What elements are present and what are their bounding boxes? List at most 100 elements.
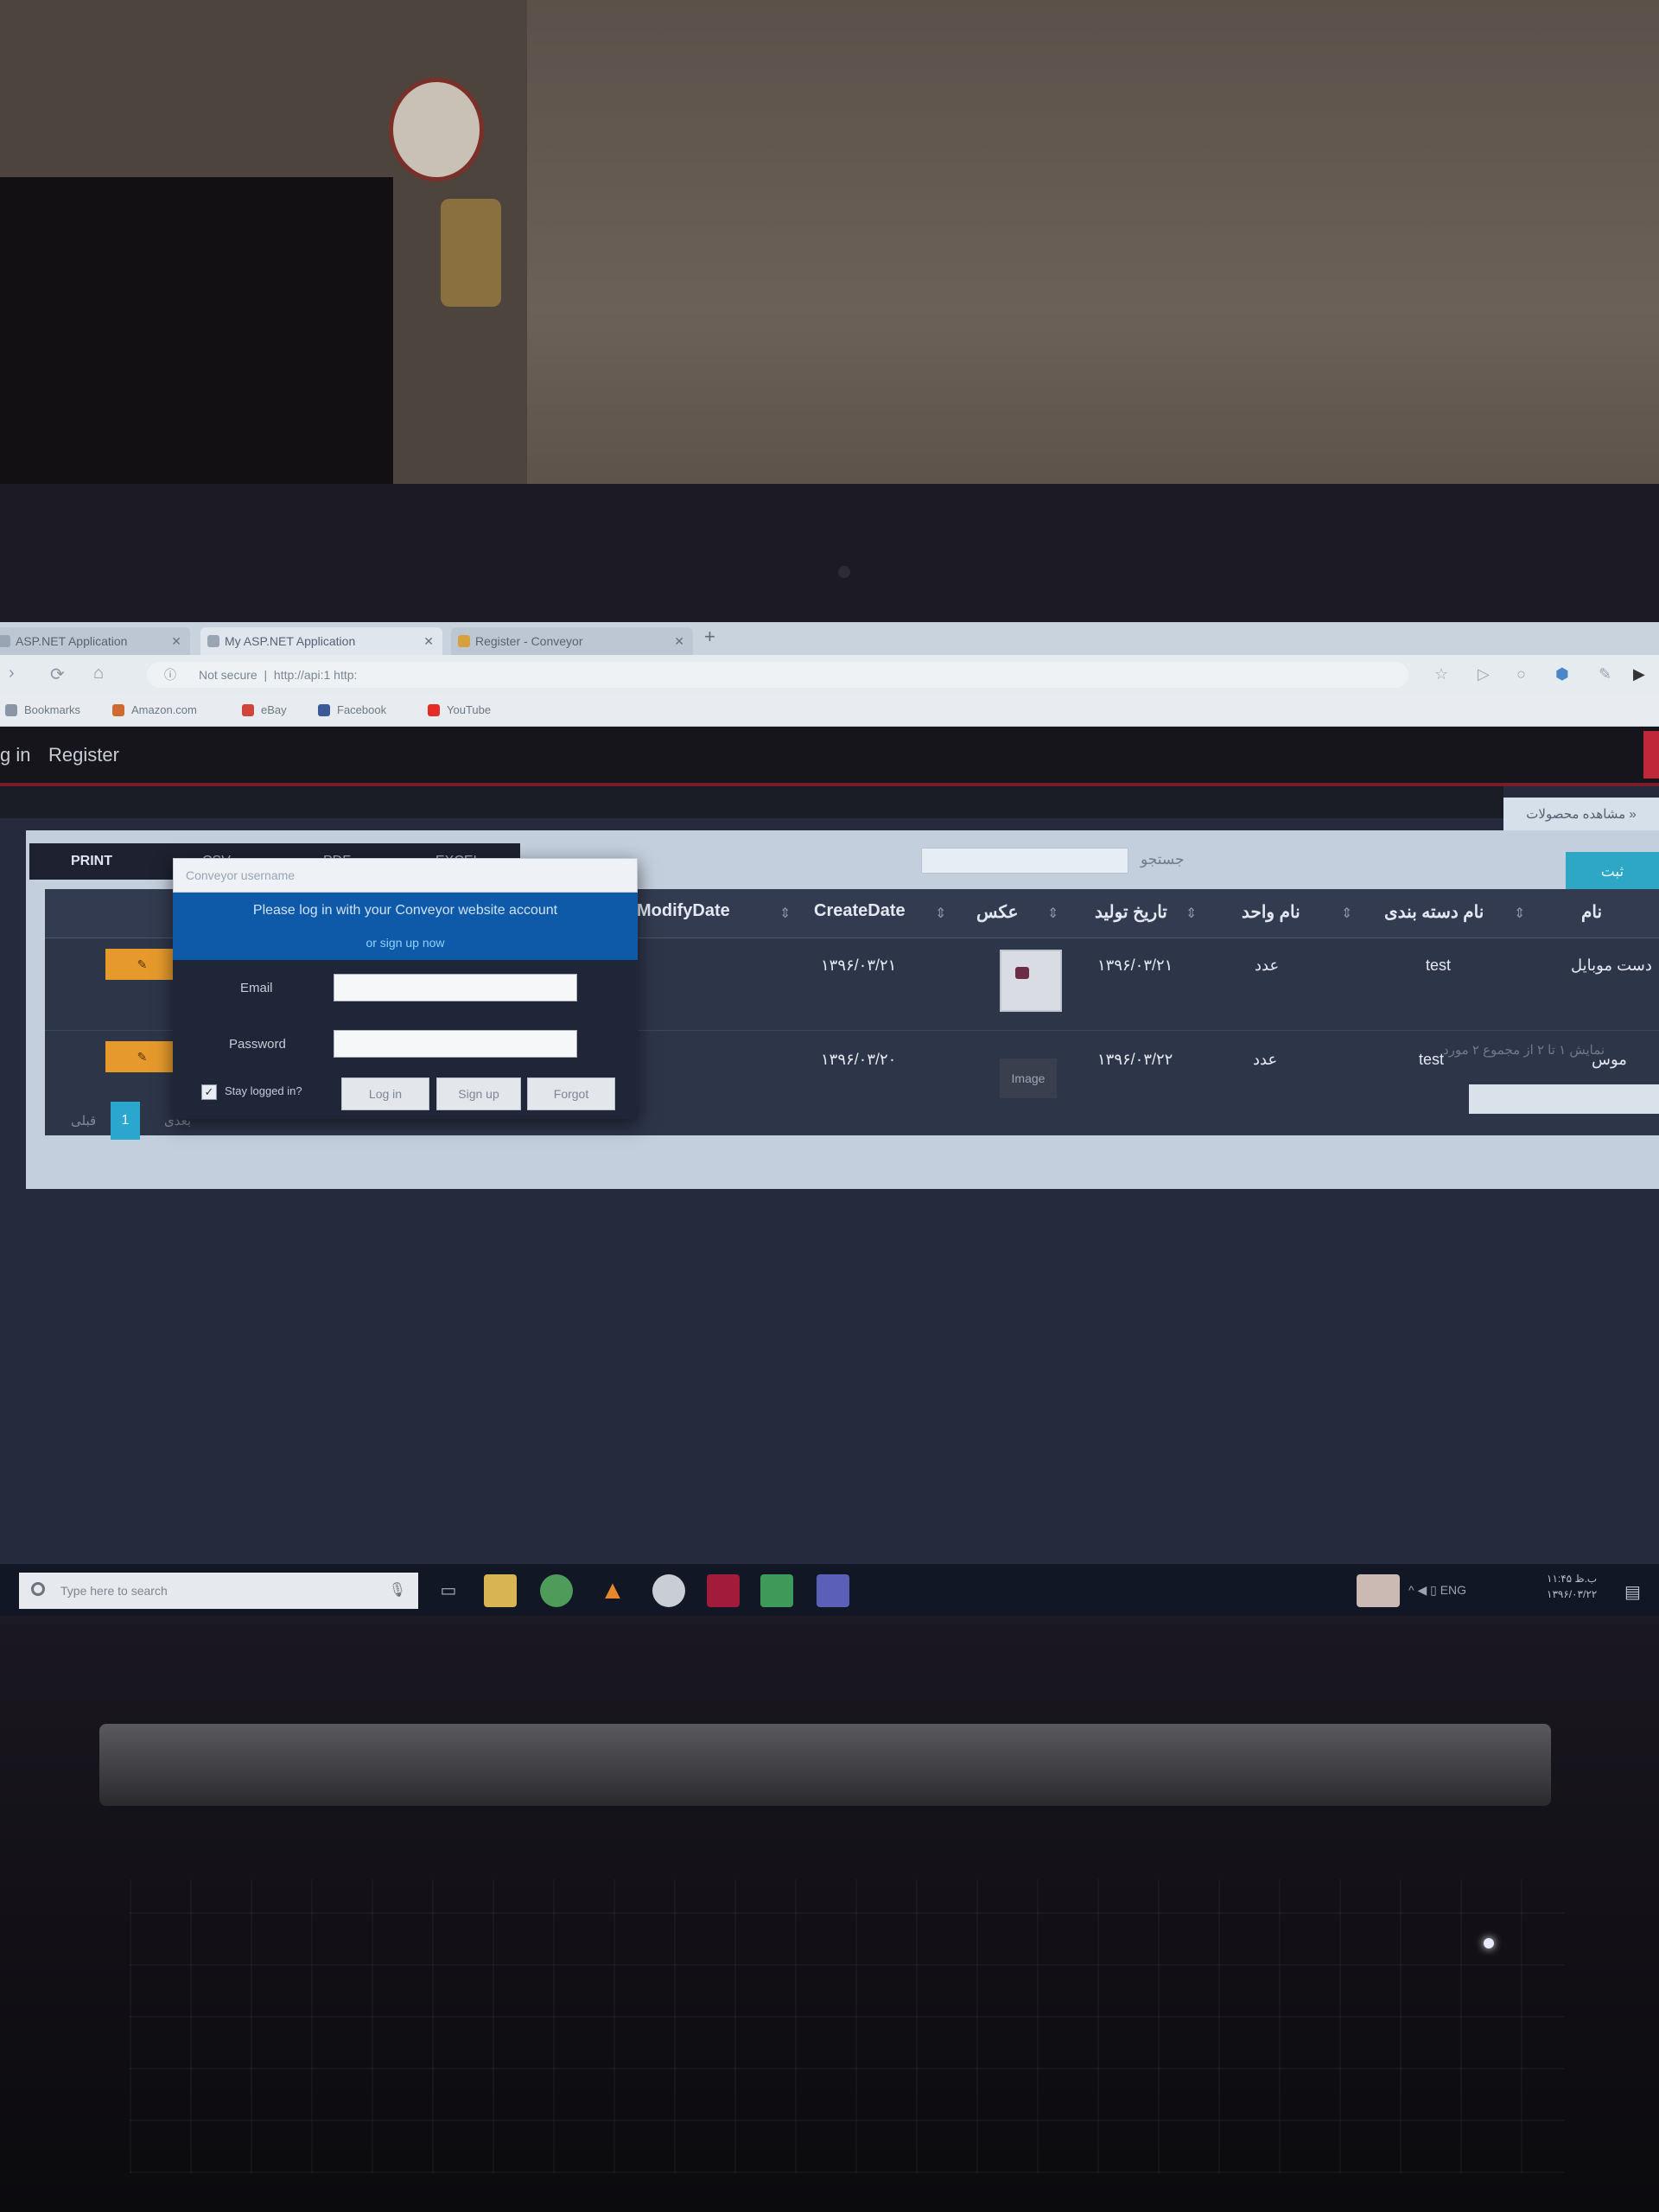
pager-previous[interactable]: قبلی xyxy=(71,1113,96,1128)
amazon-icon xyxy=(112,704,124,716)
edit-icon: ✎ xyxy=(105,949,179,980)
new-tab-icon[interactable]: + xyxy=(704,626,715,648)
column-header-name[interactable]: نام xyxy=(1581,901,1602,923)
column-header-category[interactable]: نام دسته بندی xyxy=(1384,901,1484,923)
column-header-modify-date[interactable]: ModifyDate xyxy=(637,901,730,921)
circle-icon[interactable]: ○ xyxy=(1516,665,1526,683)
app-green-icon[interactable] xyxy=(760,1574,793,1607)
cell-create-date: ۱۳۹۶/۰۳/۲۰ xyxy=(821,1051,897,1068)
cell-production-date: ۱۳۹۶/۰۳/۲۲ xyxy=(1097,1051,1173,1068)
forward-icon[interactable]: › xyxy=(9,664,15,683)
taskbar-search-input[interactable]: Type here to search 🎙 xyxy=(19,1573,418,1609)
search-input[interactable] xyxy=(921,848,1128,874)
bookmark[interactable]: YouTube xyxy=(428,703,491,716)
sort-icon[interactable]: ⇕ xyxy=(1047,905,1058,922)
webcam xyxy=(838,566,850,578)
login-button[interactable]: Log in xyxy=(341,1077,429,1110)
signup-link[interactable]: or sign up now xyxy=(173,936,638,950)
web-page: g in Register مشاهده محصولات » PRINT CSV… xyxy=(0,727,1659,1616)
edit-icon: ✎ xyxy=(105,1041,179,1072)
column-header-photo[interactable]: عکس xyxy=(976,901,1018,923)
sort-icon[interactable]: ⇕ xyxy=(779,905,791,922)
close-icon[interactable]: ✕ xyxy=(423,627,434,655)
ebay-icon xyxy=(242,704,254,716)
address-bar[interactable]: ⓘ Not secure | http://api:1 http: xyxy=(147,662,1408,688)
notification-icon[interactable]: ▤ xyxy=(1624,1581,1641,1603)
sort-icon[interactable]: ⇕ xyxy=(1514,905,1525,922)
info-icon: ⓘ xyxy=(164,668,176,682)
register-link[interactable]: Register xyxy=(48,744,119,766)
file-explorer-icon[interactable] xyxy=(484,1574,517,1607)
password-field[interactable] xyxy=(334,1030,577,1058)
tray-app-icon[interactable] xyxy=(1357,1574,1400,1607)
vlc-icon[interactable]: ▲ xyxy=(596,1574,629,1607)
bookmarks-bar: Bookmarks Amazon.com eBay Facebook YouTu… xyxy=(0,695,1659,727)
laptop-hinge xyxy=(99,1724,1551,1806)
username-field[interactable]: Conveyor username xyxy=(173,858,638,893)
tab-favicon-icon xyxy=(207,635,219,647)
extension-icon[interactable]: ⬢ xyxy=(1555,665,1569,683)
star-icon[interactable]: ☆ xyxy=(1434,665,1448,683)
view-products-tab[interactable]: مشاهده محصولات » xyxy=(1503,798,1659,832)
browser-app-icon[interactable] xyxy=(540,1574,573,1607)
forgot-button[interactable]: Forgot xyxy=(527,1077,615,1110)
remember-label: Stay logged in? xyxy=(225,1084,302,1097)
home-icon[interactable]: ⌂ xyxy=(93,664,104,683)
sort-icon[interactable]: ⇕ xyxy=(1341,905,1352,922)
app-red-icon[interactable] xyxy=(707,1574,740,1607)
chrome-icon[interactable] xyxy=(652,1574,685,1607)
task-view-icon[interactable]: ▭ xyxy=(432,1574,465,1607)
product-photo[interactable] xyxy=(1000,950,1062,1012)
close-icon[interactable]: ✕ xyxy=(674,627,684,655)
microphone-icon[interactable]: 🎙 xyxy=(389,1573,406,1609)
bookmark[interactable]: Facebook xyxy=(318,703,386,716)
column-header-unit[interactable]: نام واحد xyxy=(1242,901,1300,923)
system-tray[interactable]: ^ ◀ ▯ ENG xyxy=(1408,1583,1466,1598)
bookmark[interactable]: eBay xyxy=(242,703,287,716)
sort-icon[interactable]: ⇕ xyxy=(1185,905,1197,922)
tab-favicon-icon xyxy=(0,635,10,647)
pager-page-1[interactable]: 1 xyxy=(111,1102,140,1140)
cell-unit: عدد xyxy=(1253,1051,1278,1068)
navbar-accent xyxy=(1643,731,1659,779)
pen-icon[interactable]: ✎ xyxy=(1599,665,1611,683)
login-link[interactable]: g in xyxy=(0,744,30,766)
bookmark[interactable]: Amazon.com xyxy=(112,703,197,716)
browser-tab[interactable]: Register - Conveyor ✕ xyxy=(451,627,693,655)
youtube-icon xyxy=(428,704,440,716)
footer-input[interactable] xyxy=(1469,1084,1659,1114)
remember-checkbox[interactable]: ✓ xyxy=(201,1084,217,1100)
email-field[interactable] xyxy=(334,974,577,1001)
cell-category: test xyxy=(1419,1051,1445,1068)
tab-favicon-icon xyxy=(458,635,470,647)
taskbar-clock[interactable]: ۱۱:۴۵ ب.ظ ۱۳۹۶/۰۳/۲۲ xyxy=(1547,1571,1597,1602)
bookmark[interactable]: Bookmarks xyxy=(5,703,80,716)
play-icon[interactable]: ▷ xyxy=(1478,665,1490,683)
cortana-icon xyxy=(31,1582,45,1596)
door-opening xyxy=(0,177,393,497)
cell-production-date: ۱۳۹۶/۰۳/۲۱ xyxy=(1097,957,1173,974)
menu-icon[interactable]: ▶ xyxy=(1633,665,1645,683)
email-label: Email xyxy=(240,981,273,995)
site-navbar: g in Register xyxy=(0,727,1659,783)
wall-tag xyxy=(441,199,501,307)
windows-taskbar: Type here to search 🎙 ▭ ▲ ^ ◀ ▯ ENG ۱۱:۴… xyxy=(0,1564,1659,1616)
print-button[interactable]: PRINT xyxy=(71,843,112,880)
browser-tab[interactable]: ASP.NET Application ✕ xyxy=(0,627,190,655)
browser-tab-active[interactable]: My ASP.NET Application ✕ xyxy=(200,627,442,655)
column-header-production-date[interactable]: تاریخ تولید xyxy=(1095,901,1167,923)
cell-category: test xyxy=(1426,957,1452,974)
column-header-create-date[interactable]: CreateDate xyxy=(814,901,906,921)
bookmark-icon xyxy=(5,704,17,716)
close-icon[interactable]: ✕ xyxy=(171,627,181,655)
sort-icon[interactable]: ⇕ xyxy=(935,905,946,922)
wall-sign xyxy=(389,78,484,181)
visual-studio-icon[interactable] xyxy=(817,1574,849,1607)
submit-button[interactable]: ثبت xyxy=(1566,852,1659,891)
reload-icon[interactable]: ⟳ xyxy=(50,664,65,685)
power-led xyxy=(1484,1938,1494,1948)
signup-button[interactable]: Sign up xyxy=(436,1077,521,1110)
cell-create-date: ۱۳۹۶/۰۳/۲۱ xyxy=(821,957,897,974)
product-photo-placeholder[interactable]: Image xyxy=(1000,1058,1057,1098)
login-message: Please log in with your Conveyor website… xyxy=(252,903,558,918)
